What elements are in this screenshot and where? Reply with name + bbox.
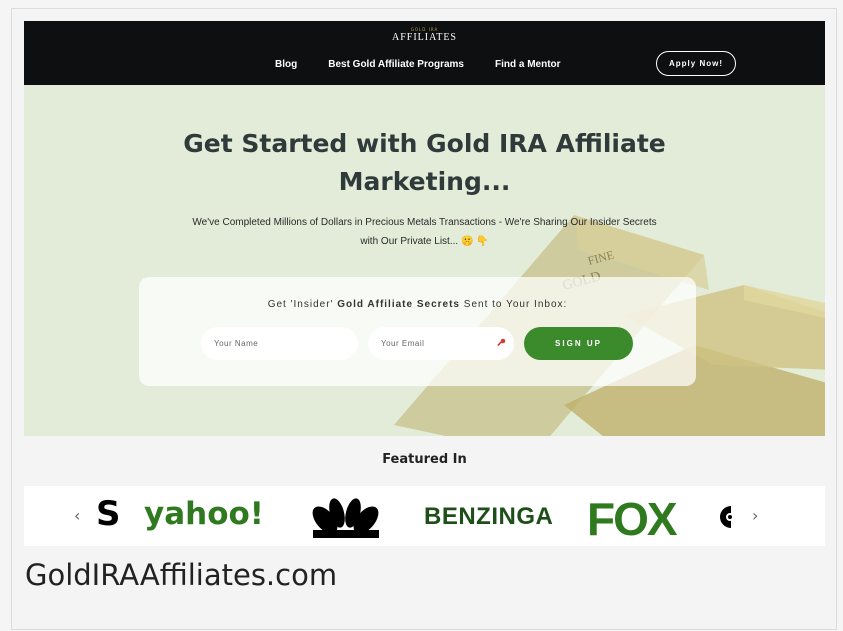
carousel-next-icon[interactable]: › xyxy=(752,506,758,525)
signup-button[interactable]: SIGN UP xyxy=(524,327,633,360)
logo-text: AFFILIATES xyxy=(391,32,457,43)
hero-title-line-2: Marketing... xyxy=(338,167,511,196)
featured-heading: Featured In xyxy=(382,452,467,467)
name-placeholder: Your Name xyxy=(214,339,259,348)
hero-subtitle-line-1: We've Completed Millions of Dollars in P… xyxy=(192,217,657,228)
hero-subtitle-line-2: with Our Private List... 🤫 👇 xyxy=(360,236,489,247)
hero-section: FINE GOLD Get Started with Gold IRA Affi… xyxy=(24,85,825,436)
logo-fox: FOX xyxy=(587,493,678,545)
logo-benzinga: BENZINGA xyxy=(424,503,554,530)
domain-caption: GoldIRAAffiliates.com xyxy=(25,558,338,592)
logo-yahoo: yahoo! xyxy=(144,496,264,532)
carousel-prev-icon[interactable]: ‹ xyxy=(74,506,80,525)
signup-title-post: Sent to Your Inbox: xyxy=(460,299,568,310)
nav-link-mentor[interactable]: Find a Mentor xyxy=(495,59,561,70)
email-input[interactable]: Your Email xyxy=(368,327,514,360)
hero-subtitle: We've Completed Millions of Dollars in P… xyxy=(124,213,725,251)
email-placeholder: Your Email xyxy=(381,339,425,348)
signup-title-bold: Gold Affiliate Secrets xyxy=(337,299,460,310)
signup-card: Get 'Insider' Gold Affiliate Secrets Sen… xyxy=(139,277,696,386)
nav-link-programs[interactable]: Best Gold Affiliate Programs xyxy=(328,59,464,70)
signup-title-pre: Get 'Insider' xyxy=(267,299,338,310)
nbc-peacock-logo xyxy=(312,498,379,538)
featured-logos-carousel: ‹ S yahoo! BENZINGA FOX › xyxy=(24,486,825,546)
logo-s: S xyxy=(96,494,121,534)
key-icon[interactable] xyxy=(496,338,506,348)
apply-now-button[interactable]: Apply Now! xyxy=(656,51,736,76)
signup-title: Get 'Insider' Gold Affiliate Secrets Sen… xyxy=(139,299,696,310)
site-logo[interactable]: GOLD IRA AFFILIATES xyxy=(24,27,825,43)
cbs-eye-logo xyxy=(720,506,734,528)
hero-title-line-1: Get Started with Gold IRA Affiliate xyxy=(183,129,666,158)
hero-title: Get Started with Gold IRA Affiliate Mark… xyxy=(24,125,825,201)
site: GOLD IRA AFFILIATES Blog Best Gold Affil… xyxy=(24,21,825,546)
name-input[interactable]: Your Name xyxy=(201,327,358,360)
top-nav: GOLD IRA AFFILIATES Blog Best Gold Affil… xyxy=(24,21,825,85)
nav-link-blog[interactable]: Blog xyxy=(275,59,297,70)
nav-links: Blog Best Gold Affiliate Programs Find a… xyxy=(275,59,592,70)
